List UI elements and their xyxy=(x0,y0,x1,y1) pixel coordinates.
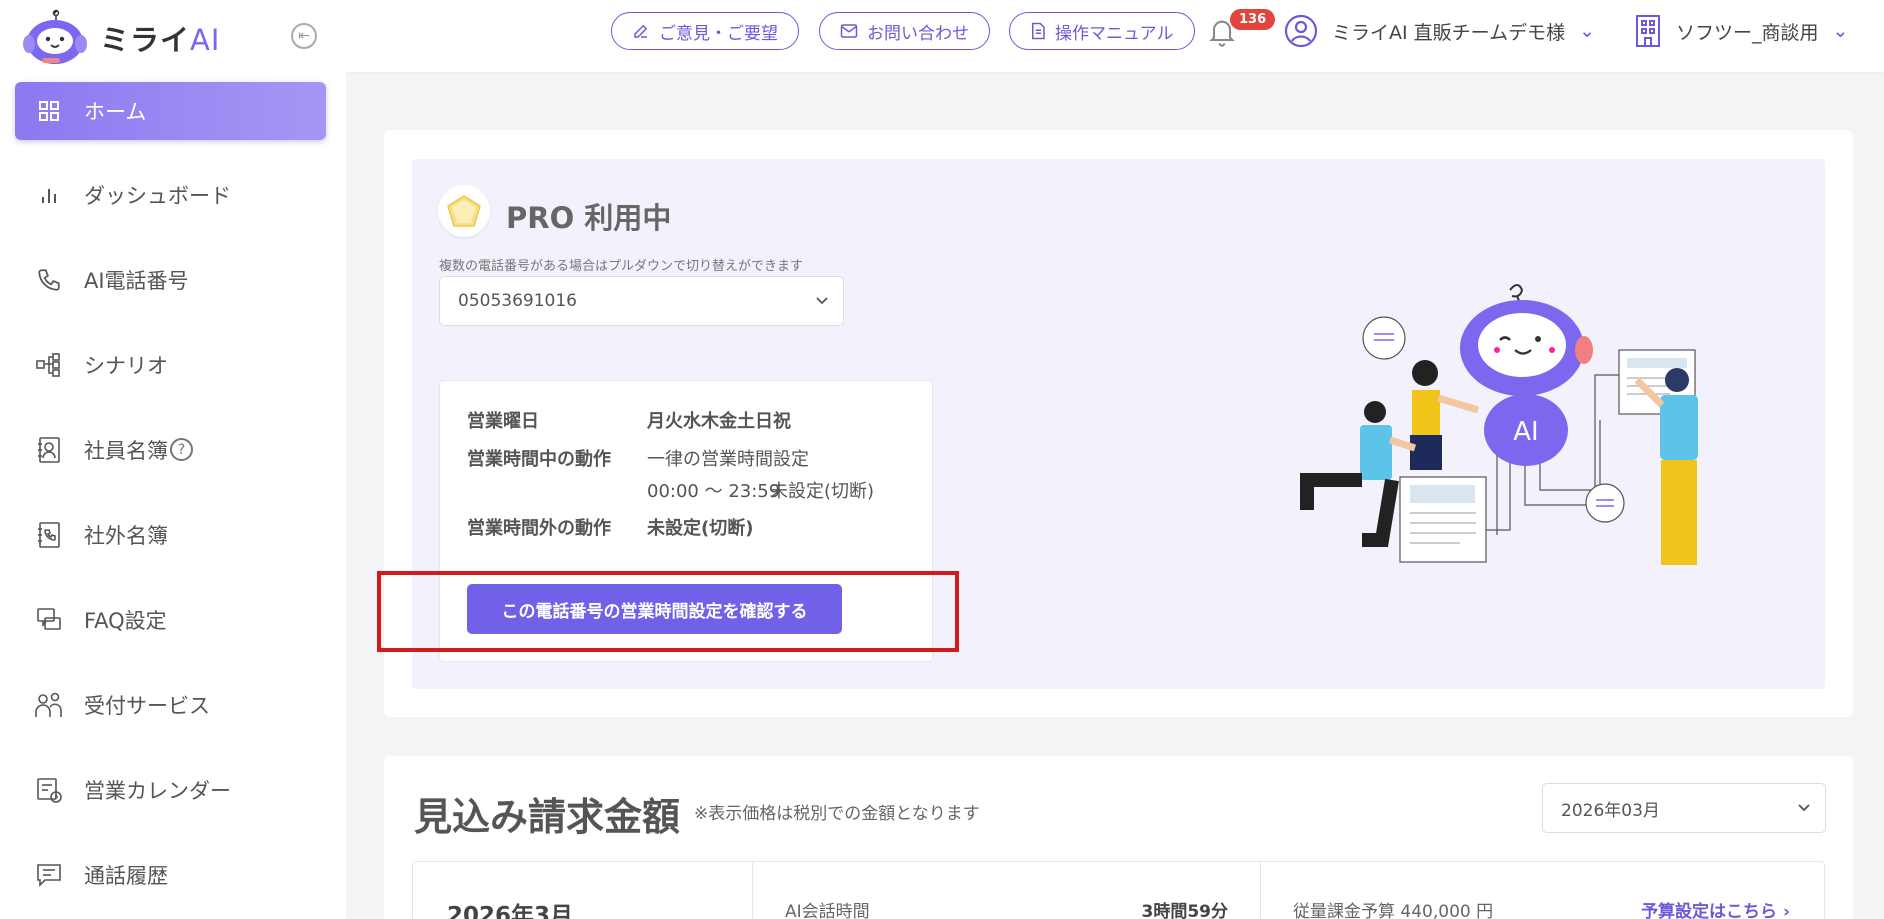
pencil-icon xyxy=(634,24,648,38)
billing-note: ※表示価格は税別での金額となります xyxy=(694,804,980,824)
chevron-down-icon xyxy=(1795,798,1813,821)
contact-button[interactable]: お問い合わせ xyxy=(819,12,990,50)
confirm-business-hours-button[interactable]: この電話番号の営業時間設定を確認する xyxy=(467,584,842,634)
summary-budget-cell: 従量課金予算 440,000 円 予算設定はこちら › xyxy=(1261,862,1826,919)
phone-book-icon xyxy=(34,520,64,550)
sidebar-item-label: シナリオ xyxy=(84,353,168,378)
budget-label: 従量課金予算 440,000 円 xyxy=(1293,902,1494,919)
chat-log-icon xyxy=(34,860,64,890)
document-icon xyxy=(1032,22,1045,40)
during-hours-time: 00:00 〜 23:59 xyxy=(647,481,781,502)
robot-ai-label: AI xyxy=(1513,417,1538,447)
collapse-sidebar-icon[interactable]: ⇤ xyxy=(291,23,317,49)
sidebar-item-call-history[interactable]: 通話履歴 xyxy=(0,832,346,917)
user-name: ミライAI 直販チームデモ様 xyxy=(1332,21,1566,44)
bar-chart-icon xyxy=(34,180,64,210)
plan-title: PRO 利用中 xyxy=(506,201,672,235)
sidebar-item-label: ホーム xyxy=(84,100,147,124)
outside-hours-label: 営業時間外の動作 xyxy=(467,518,611,539)
pro-plan-icon xyxy=(438,185,490,237)
speech-bubble-icon xyxy=(1362,316,1406,360)
phone-select-hint: 複数の電話番号がある場合はプルダウンで切り替えができます xyxy=(439,259,804,274)
user-icon xyxy=(1284,14,1318,48)
during-hours-label: 営業時間中の動作 xyxy=(467,449,611,470)
org-name: ソフツー_商談用 xyxy=(1676,21,1819,44)
summary-month: 2026年3月 xyxy=(447,903,574,919)
during-hours-value: 一律の営業時間設定 xyxy=(647,449,809,470)
ai-time-label: AI会話時間 xyxy=(785,902,870,919)
sidebar-item-label: 社外名簿 xyxy=(84,523,168,548)
sidebar-item-faq[interactable]: FAQ設定 xyxy=(0,577,346,662)
sidebar-item-label: 通話履歴 xyxy=(84,863,168,888)
sidebar-item-label: FAQ設定 xyxy=(84,608,167,633)
sidebar-item-ai-phone[interactable]: AI電話番号 xyxy=(0,237,346,322)
contact-book-icon xyxy=(34,435,64,465)
flow-icon xyxy=(34,350,64,380)
sidebar-item-label: 受付サービス xyxy=(84,693,210,718)
people-icon xyxy=(34,690,64,720)
manual-label: 操作マニュアル xyxy=(1055,23,1174,44)
sidebar-item-label: 営業カレンダー xyxy=(84,778,231,803)
sidebar-item-external-contacts[interactable]: 社外名簿 xyxy=(0,492,346,577)
feedback-button[interactable]: ご意見・ご要望 xyxy=(611,12,799,50)
ai-robot-illustration: AI xyxy=(1300,280,1740,580)
user-menu[interactable]: ミライAI 直販チームデモ様 ⌄ xyxy=(1284,12,1595,50)
building-icon xyxy=(1636,15,1660,47)
mail-icon xyxy=(840,24,858,38)
sidebar-item-label: ダッシュボード xyxy=(84,183,231,208)
phone-icon xyxy=(34,265,64,295)
sidebar-item-employees[interactable]: 社員名簿 ? xyxy=(0,407,346,492)
org-menu[interactable]: ソフツー_商談用 ⌄ xyxy=(1634,12,1848,50)
summary-ai-time-cell: AI会話時間 3時間59分 xyxy=(753,862,1261,919)
business-days-value: 月火水木金土日祝 xyxy=(647,411,791,432)
sidebar: ミライAI ⇤ ホーム ダッシュボード AI電話番号 シナリオ 社員名簿 ? 社… xyxy=(0,0,346,919)
sidebar-nav: ホーム ダッシュボード AI電話番号 シナリオ 社員名簿 ? 社外名簿 FAQ設… xyxy=(0,82,346,917)
phone-number-select[interactable]: 05053691016 xyxy=(439,276,844,326)
mascot-logo-icon xyxy=(18,8,92,68)
sidebar-item-calendar[interactable]: 営業カレンダー xyxy=(0,747,346,832)
billing-summary: 2026年3月 AI会話時間 3時間59分 従量課金予算 440,000 円 予… xyxy=(412,861,1825,919)
notification-badge: 136 xyxy=(1230,9,1276,30)
logo[interactable]: ミライAI xyxy=(18,8,220,68)
billing-card: 見込み請求金額 ※表示価格は税別での金額となります 2026年03月 2026年… xyxy=(384,756,1853,919)
contact-label: お問い合わせ xyxy=(867,23,969,44)
help-icon[interactable]: ? xyxy=(170,438,193,461)
sidebar-item-label: AI電話番号 xyxy=(84,268,189,293)
chevron-down-icon: ⌄ xyxy=(1832,20,1849,42)
sidebar-item-scenario[interactable]: シナリオ xyxy=(0,322,346,407)
sidebar-item-reception[interactable]: 受付サービス xyxy=(0,662,346,747)
chevron-down-icon: ⌄ xyxy=(1579,20,1595,42)
top-header: ご意見・ご要望 お問い合わせ 操作マニュアル 136 ミライAI 直販チームデモ… xyxy=(346,0,1884,72)
during-hours-action: 未設定(切断) xyxy=(770,481,875,502)
sidebar-item-dashboard[interactable]: ダッシュボード xyxy=(0,152,346,237)
budget-settings-link[interactable]: 予算設定はこちら › xyxy=(1641,897,1790,919)
ai-time-value: 3時間59分 xyxy=(1141,902,1229,919)
business-days-label: 営業曜日 xyxy=(467,411,539,432)
business-hours-box: 営業曜日 月火水木金土日祝 営業時間中の動作 一律の営業時間設定 00:00 〜… xyxy=(439,380,933,662)
calendar-icon xyxy=(34,775,64,805)
sidebar-item-label: 社員名簿 xyxy=(84,438,168,463)
manual-button[interactable]: 操作マニュアル xyxy=(1009,12,1195,50)
billing-title: 見込み請求金額 xyxy=(414,795,681,839)
feedback-label: ご意見・ご要望 xyxy=(659,23,778,44)
sidebar-item-home[interactable]: ホーム xyxy=(15,82,326,140)
selected-month: 2026年03月 xyxy=(1561,800,1660,821)
month-select[interactable]: 2026年03月 xyxy=(1542,783,1826,833)
summary-month-cell: 2026年3月 xyxy=(413,862,753,919)
chevron-down-icon xyxy=(813,291,831,314)
grid-icon xyxy=(34,96,64,126)
faq-icon xyxy=(34,605,64,635)
selected-phone-number: 05053691016 xyxy=(458,291,577,311)
logo-text: ミライAI xyxy=(100,23,221,57)
outside-hours-value: 未設定(切断) xyxy=(647,518,754,539)
